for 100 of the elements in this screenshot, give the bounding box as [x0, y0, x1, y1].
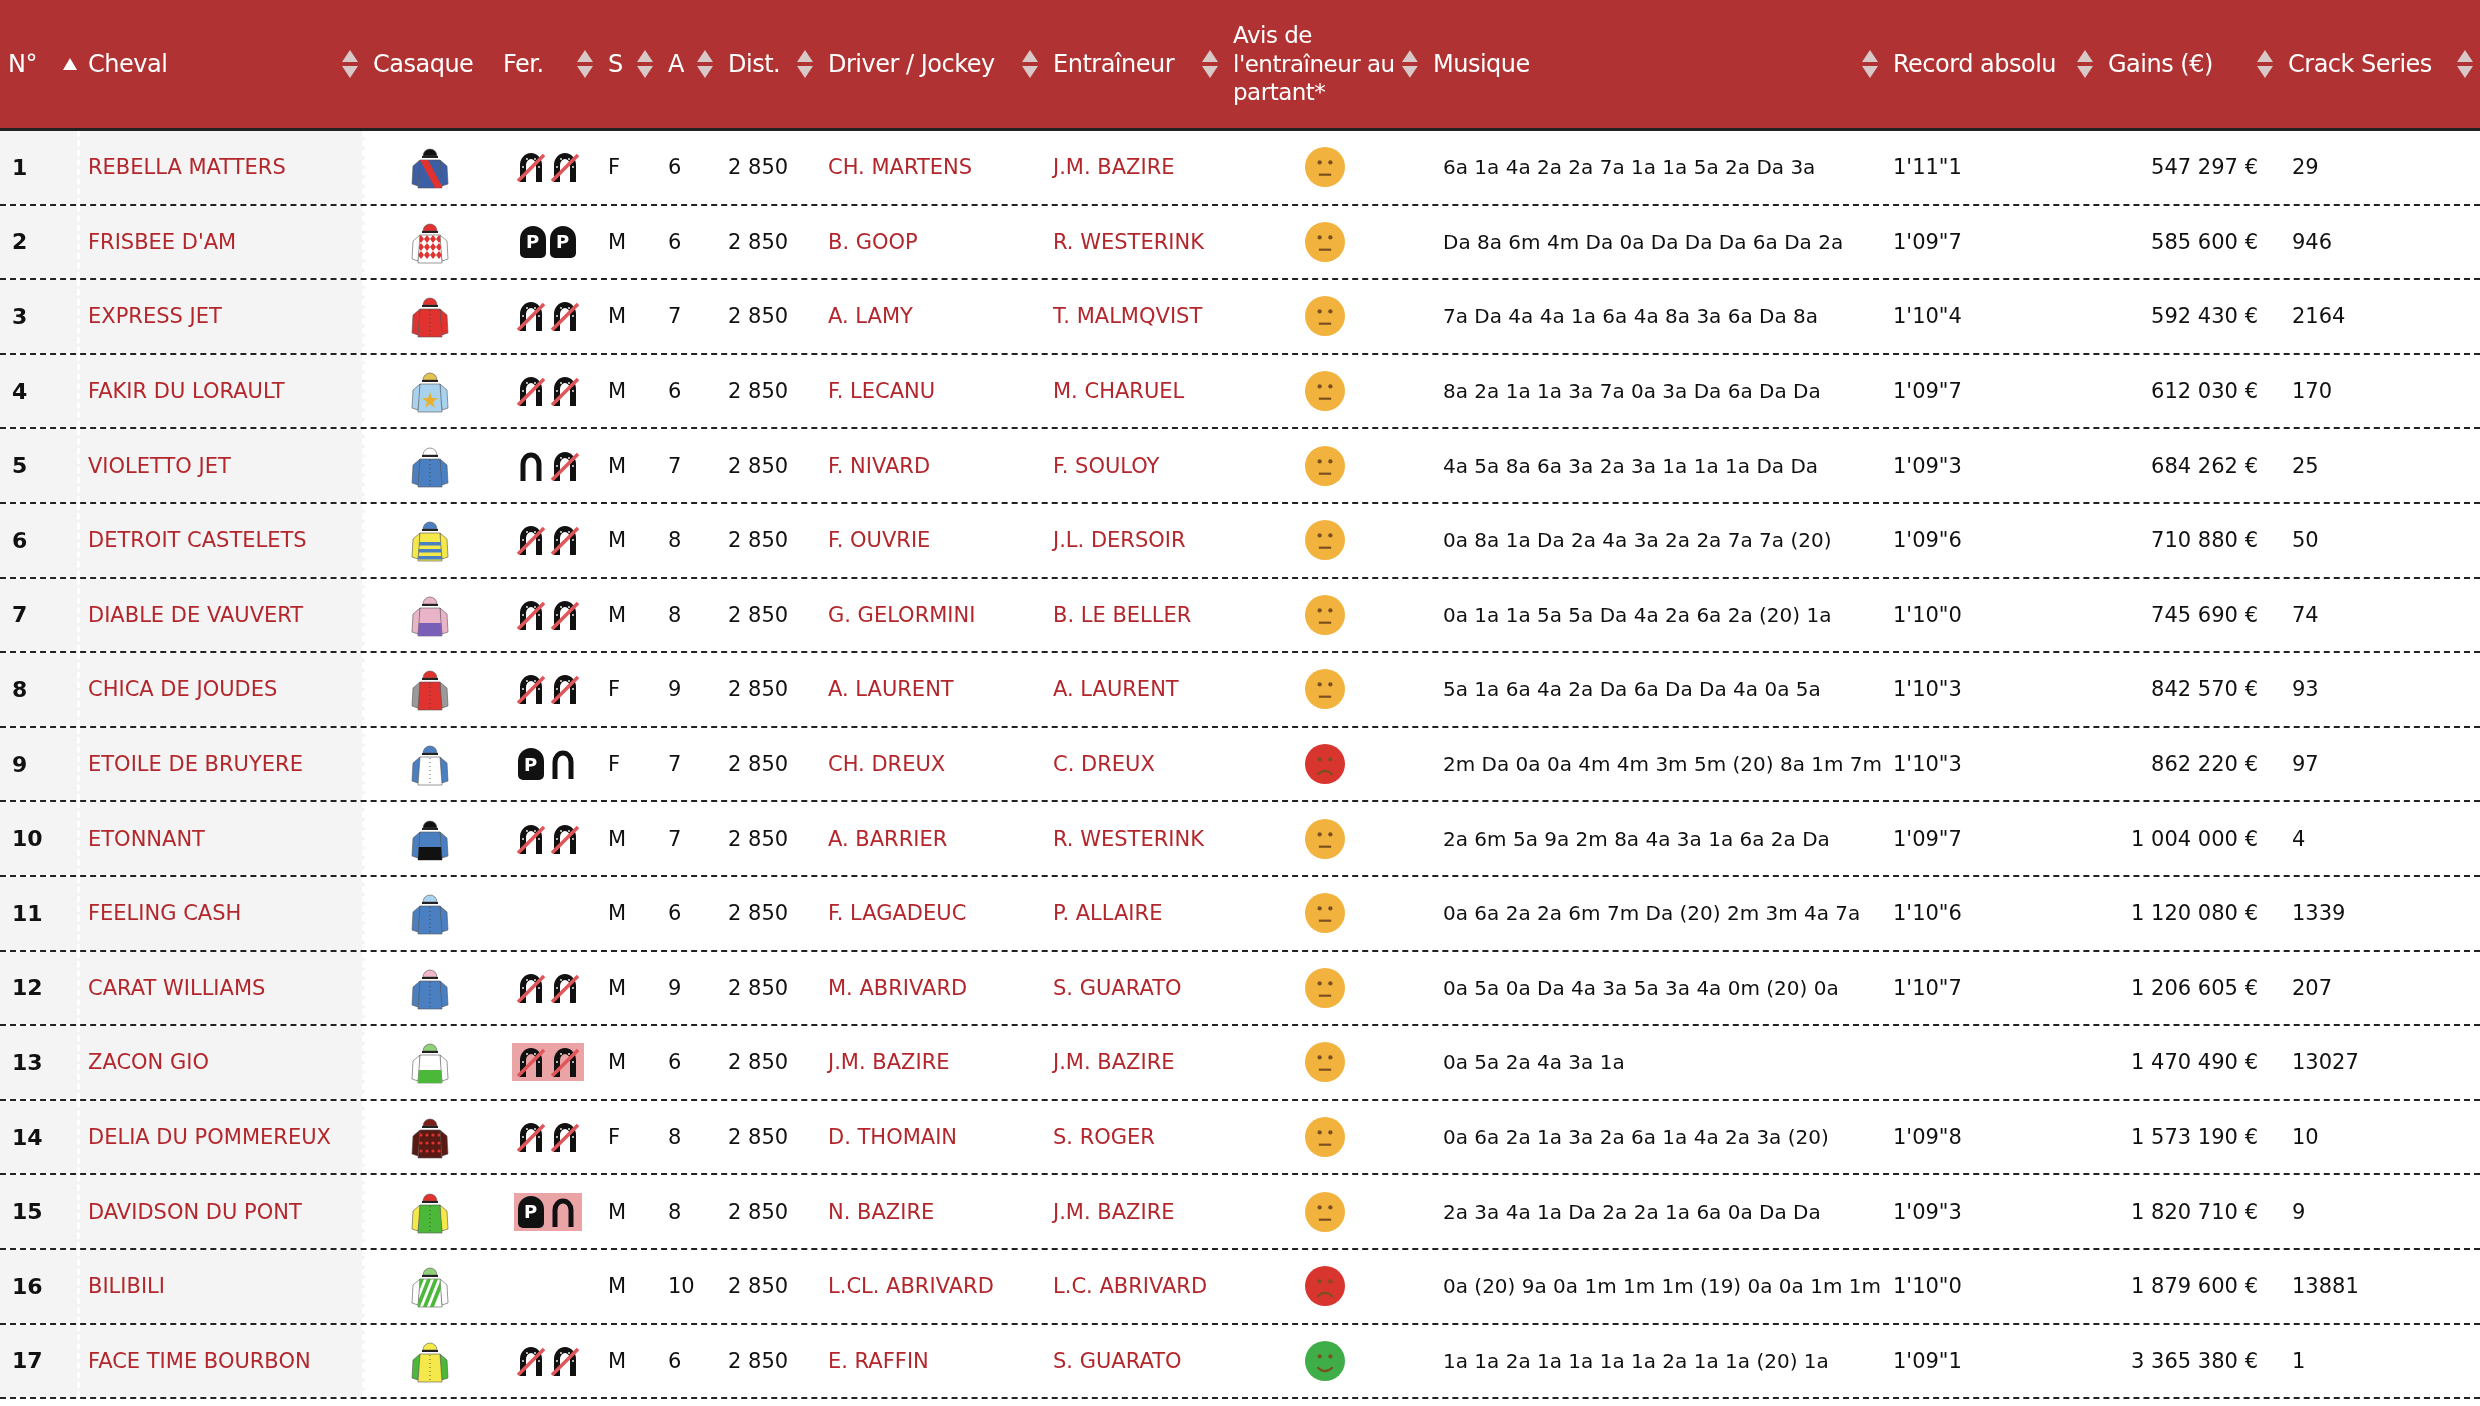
sort-icon[interactable]	[341, 49, 359, 79]
driver-link[interactable]: A. BARRIER	[828, 826, 948, 851]
column-header[interactable]: Avis de l'entraîneur au partant*	[1233, 20, 1402, 108]
earnings-cell: 1 004 000 €	[2131, 826, 2258, 851]
sort-icon[interactable]	[1021, 49, 1039, 79]
sort-icon[interactable]	[796, 49, 814, 79]
record-cell: 1'09"7	[1893, 229, 1962, 254]
trainer-link[interactable]: S. GUARATO	[1053, 1348, 1182, 1373]
distance-cell: 2 850	[728, 826, 789, 851]
sex-cell: M	[608, 453, 627, 478]
driver-link[interactable]: F. LAGADEUC	[828, 901, 967, 926]
distance-cell: 2 850	[728, 379, 789, 404]
sort-icon[interactable]	[696, 49, 714, 79]
horse-name-link[interactable]: FEELING CASH	[88, 901, 242, 926]
age-cell: 7	[668, 826, 682, 851]
column-header[interactable]: Fer.	[503, 50, 544, 78]
column-header[interactable]: S	[608, 50, 623, 78]
sort-icon[interactable]	[1401, 49, 1419, 79]
column-header[interactable]: Record absolu	[1893, 50, 2057, 78]
sex-cell: F	[608, 677, 621, 702]
column-header[interactable]: Casaque	[373, 50, 474, 78]
age-cell: 8	[668, 602, 682, 627]
record-cell: 1'10"0	[1893, 602, 1962, 627]
crack-series-cell: 9	[2292, 1199, 2306, 1224]
driver-link[interactable]: A. LAURENT	[828, 677, 954, 702]
horse-name-link[interactable]: VIOLETTO JET	[88, 453, 231, 478]
driver-link[interactable]: F. LECANU	[828, 379, 936, 404]
crack-series-cell: 207	[2292, 975, 2333, 1000]
sex-cell: F	[608, 752, 621, 777]
plate-shoe-icon: P	[517, 1195, 544, 1228]
crack-series-cell: 13881	[2292, 1274, 2359, 1299]
age-cell: 8	[668, 528, 682, 553]
plate-shoe-icon: P	[519, 225, 546, 258]
sort-icon[interactable]	[636, 49, 654, 79]
driver-link[interactable]: F. NIVARD	[828, 453, 931, 478]
column-header[interactable]: Gains (€)	[2108, 50, 2213, 78]
trainer-link[interactable]: J.M. BAZIRE	[1053, 1050, 1175, 1075]
trainer-link[interactable]: R. WESTERINK	[1053, 229, 1204, 254]
sort-icon[interactable]	[2456, 49, 2474, 79]
column-header[interactable]: N°	[8, 50, 37, 78]
driver-link[interactable]: J.M. BAZIRE	[828, 1050, 950, 1075]
horse-name-link[interactable]: ZACON GIO	[88, 1050, 209, 1075]
driver-link[interactable]: L.CL. ABRIVARD	[828, 1274, 994, 1299]
trainer-link[interactable]: C. DREUX	[1053, 752, 1155, 777]
earnings-cell: 592 430 €	[2151, 304, 2258, 329]
driver-link[interactable]: M. ABRIVARD	[828, 975, 968, 1000]
sort-icon[interactable]	[1861, 49, 1879, 79]
sort-icon[interactable]	[2076, 49, 2094, 79]
trainer-link[interactable]: J.M. BAZIRE	[1053, 1199, 1175, 1224]
column-header[interactable]: A	[668, 50, 684, 78]
earnings-cell: 1 120 080 €	[2131, 901, 2258, 926]
column-header[interactable]: Entraîneur	[1053, 50, 1175, 78]
trainer-link[interactable]: P. ALLAIRE	[1053, 901, 1163, 926]
column-header[interactable]: Musique	[1433, 50, 1530, 78]
driver-link[interactable]: E. RAFFIN	[828, 1348, 929, 1373]
record-cell: 1'11"1	[1893, 155, 1962, 180]
music-cell: 0a 1a 1a 5a 5a Da 4a 2a 6a 2a (20) 1a	[1443, 602, 1832, 627]
earnings-cell: 710 880 €	[2151, 528, 2258, 553]
column-header[interactable]: Driver / Jockey	[828, 50, 995, 78]
earnings-cell: 745 690 €	[2151, 602, 2258, 627]
crack-series-cell: 946	[2292, 229, 2333, 254]
trainer-link[interactable]: J.L. DERSOIR	[1053, 528, 1186, 553]
trainer-link[interactable]: F. SOULOY	[1053, 453, 1160, 478]
column-header[interactable]: Dist.	[728, 50, 781, 78]
distance-cell: 2 850	[728, 1125, 789, 1149]
driver-link[interactable]: N. BAZIRE	[828, 1199, 935, 1224]
record-cell: 1'09"3	[1893, 453, 1962, 478]
trainer-link[interactable]: M. CHARUEL	[1053, 379, 1185, 404]
horse-name-link[interactable]: FRISBEE D'AM	[88, 229, 237, 254]
trainer-link[interactable]: B. LE BELLER	[1053, 602, 1192, 627]
driver-link[interactable]: CH. DREUX	[828, 752, 946, 777]
earnings-cell: 1 879 600 €	[2131, 1274, 2258, 1299]
driver-link[interactable]: CH. MARTENS	[828, 155, 973, 180]
column-header[interactable]: Cheval	[88, 50, 168, 78]
sort-icon[interactable]	[2256, 49, 2274, 79]
driver-link[interactable]: F. OUVRIE	[828, 528, 931, 553]
sort-icon[interactable]	[1201, 49, 1219, 79]
horse-name-link[interactable]: BILIBILI	[88, 1274, 165, 1299]
crack-series-cell: 50	[2292, 528, 2319, 553]
sort-ascending-icon[interactable]	[62, 57, 78, 71]
horse-name-link[interactable]: ETONNANT	[88, 826, 205, 851]
music-cell: 6a 1a 4a 2a 2a 7a 1a 1a 5a 2a Da 3a	[1443, 155, 1816, 180]
driver-link[interactable]: D. THOMAIN	[828, 1125, 958, 1149]
age-cell: 6	[668, 379, 682, 404]
driver-link[interactable]: B. GOOP	[828, 229, 918, 254]
trainer-link[interactable]: S. ROGER	[1053, 1125, 1155, 1149]
driver-link[interactable]: G. GELORMINI	[828, 602, 976, 627]
music-cell: 2a 6m 5a 9a 2m 8a 4a 3a 1a 6a 2a Da	[1443, 826, 1830, 851]
horse-name-link[interactable]: EXPRESS JET	[88, 304, 222, 329]
trainer-link[interactable]: T. MALMQVIST	[1053, 304, 1203, 329]
trainer-link[interactable]: S. GUARATO	[1053, 975, 1182, 1000]
trainer-link[interactable]: R. WESTERINK	[1053, 826, 1204, 851]
column-header[interactable]: Crack Series	[2288, 50, 2432, 78]
driver-link[interactable]: A. LAMY	[828, 304, 913, 329]
earnings-cell: 547 297 €	[2151, 155, 2258, 180]
trainer-link[interactable]: L.C. ABRIVARD	[1053, 1274, 1208, 1299]
trainer-link[interactable]: A. LAURENT	[1053, 677, 1179, 702]
sort-icon[interactable]	[576, 49, 594, 79]
sex-cell: M	[608, 1050, 627, 1075]
trainer-link[interactable]: J.M. BAZIRE	[1053, 155, 1175, 180]
